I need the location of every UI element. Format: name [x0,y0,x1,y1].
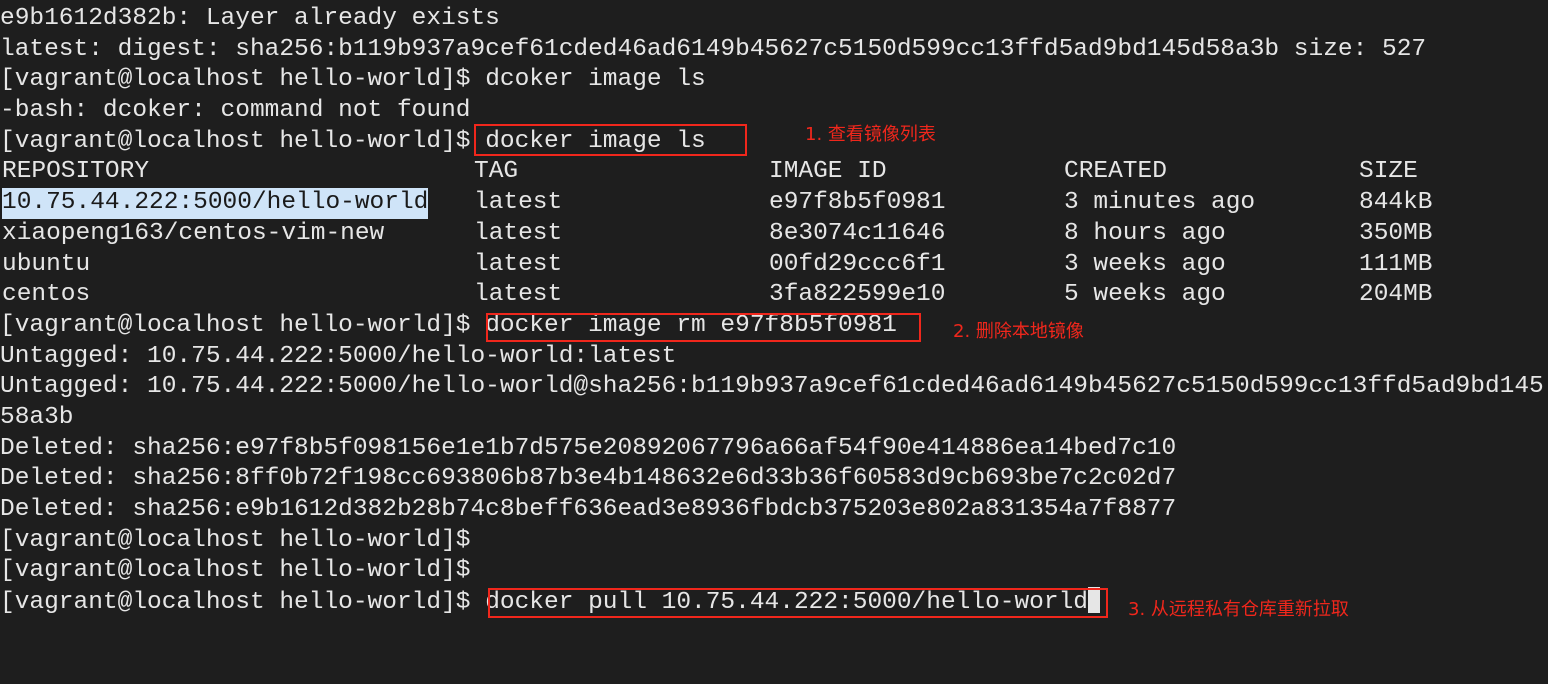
output-line: Deleted: sha256:e97f8b5f098156e1e1b7d575… [0,434,1177,462]
output-line: e9b1612d382b: Layer already exists [0,5,500,32]
output-line: -bash: dcoker: command not found [0,97,471,125]
prompt-line: [vagrant@localhost hello-world]$ [0,526,1548,557]
output-line: Deleted: sha256:8ff0b72f198cc693806b87b3… [0,465,1177,493]
prompt-line: [vagrant@localhost hello-world]$ dcoker … [0,65,1548,96]
prompt-line: [vagrant@localhost hello-world]$ docker … [0,127,1548,158]
header-repository: REPOSITORY [2,158,150,186]
repository-cell-selected: 10.75.44.222:5000/hello-world [2,188,429,219]
repository-cell: ubuntu [2,250,91,278]
annotation-remove-image: 2. 删除本地镜像 [953,321,1084,342]
header-image-id: IMAGE ID [769,158,887,186]
header-tag: TAG [474,158,519,186]
image-id-cell: 3fa822599e10 [769,281,946,309]
prompt: [vagrant@localhost hello-world]$ [0,589,486,617]
command: dcoker image ls [485,66,706,94]
table-row: xiaopeng163/centos-vim-new latest 8e3074… [0,219,1548,250]
created-cell: 3 weeks ago [1064,250,1226,278]
tag-cell: latest [474,189,563,217]
prompt: [vagrant@localhost hello-world]$ [0,127,486,155]
size-cell: 111MB [1359,250,1433,278]
header-created: CREATED [1064,158,1167,186]
size-cell: 844kB [1359,189,1433,217]
size-cell: 204MB [1359,281,1433,309]
output-line: Deleted: sha256:e9b1612d382b28b74c8beff6… [0,496,1177,523]
image-id-cell: e97f8b5f0981 [769,189,946,217]
repository-cell: xiaopeng163/centos-vim-new [2,219,385,247]
tag-cell: latest [474,281,563,309]
terminal-output[interactable]: e9b1612d382b: Layer already exists lates… [0,4,1548,618]
created-cell: 8 hours ago [1064,219,1226,247]
highlight-box-pull [488,588,1108,618]
output-line: Untagged: 10.75.44.222:5000/hello-world:… [0,342,677,370]
size-cell: 350MB [1359,219,1433,247]
table-row: 10.75.44.222:5000/hello-world latest e97… [0,188,1548,219]
annotation-pull-image: 3. 从远程私有仓库重新拉取 [1128,599,1349,620]
table-header: REPOSITORY TAG IMAGE ID CREATED SIZE [0,157,1548,188]
output-line: latest: digest: sha256:b119b937a9cef61cd… [0,35,1427,63]
prompt-line: [vagrant@localhost hello-world]$ [0,556,1548,587]
highlight-box-list [474,124,747,156]
tag-cell: latest [474,250,563,278]
output-line: 58a3b [0,403,74,431]
created-cell: 3 minutes ago [1064,189,1256,217]
image-id-cell: 8e3074c11646 [769,219,946,247]
prompt: [vagrant@localhost hello-world]$ [0,557,486,585]
highlight-box-remove [486,313,921,342]
annotation-list-images: 1. 查看镜像列表 [805,124,936,145]
image-id-cell: 00fd29ccc6f1 [769,250,946,278]
tag-cell: latest [474,219,563,247]
prompt: [vagrant@localhost hello-world]$ [0,66,486,94]
header-size: SIZE [1359,158,1418,186]
repository-cell: centos [2,281,91,309]
output-line: Untagged: 10.75.44.222:5000/hello-world@… [0,373,1544,401]
table-row: centos latest 3fa822599e10 5 weeks ago 2… [0,280,1548,311]
prompt: [vagrant@localhost hello-world]$ [0,311,486,339]
prompt: [vagrant@localhost hello-world]$ [0,526,486,554]
created-cell: 5 weeks ago [1064,281,1226,309]
table-row: ubuntu latest 00fd29ccc6f1 3 weeks ago 1… [0,250,1548,281]
